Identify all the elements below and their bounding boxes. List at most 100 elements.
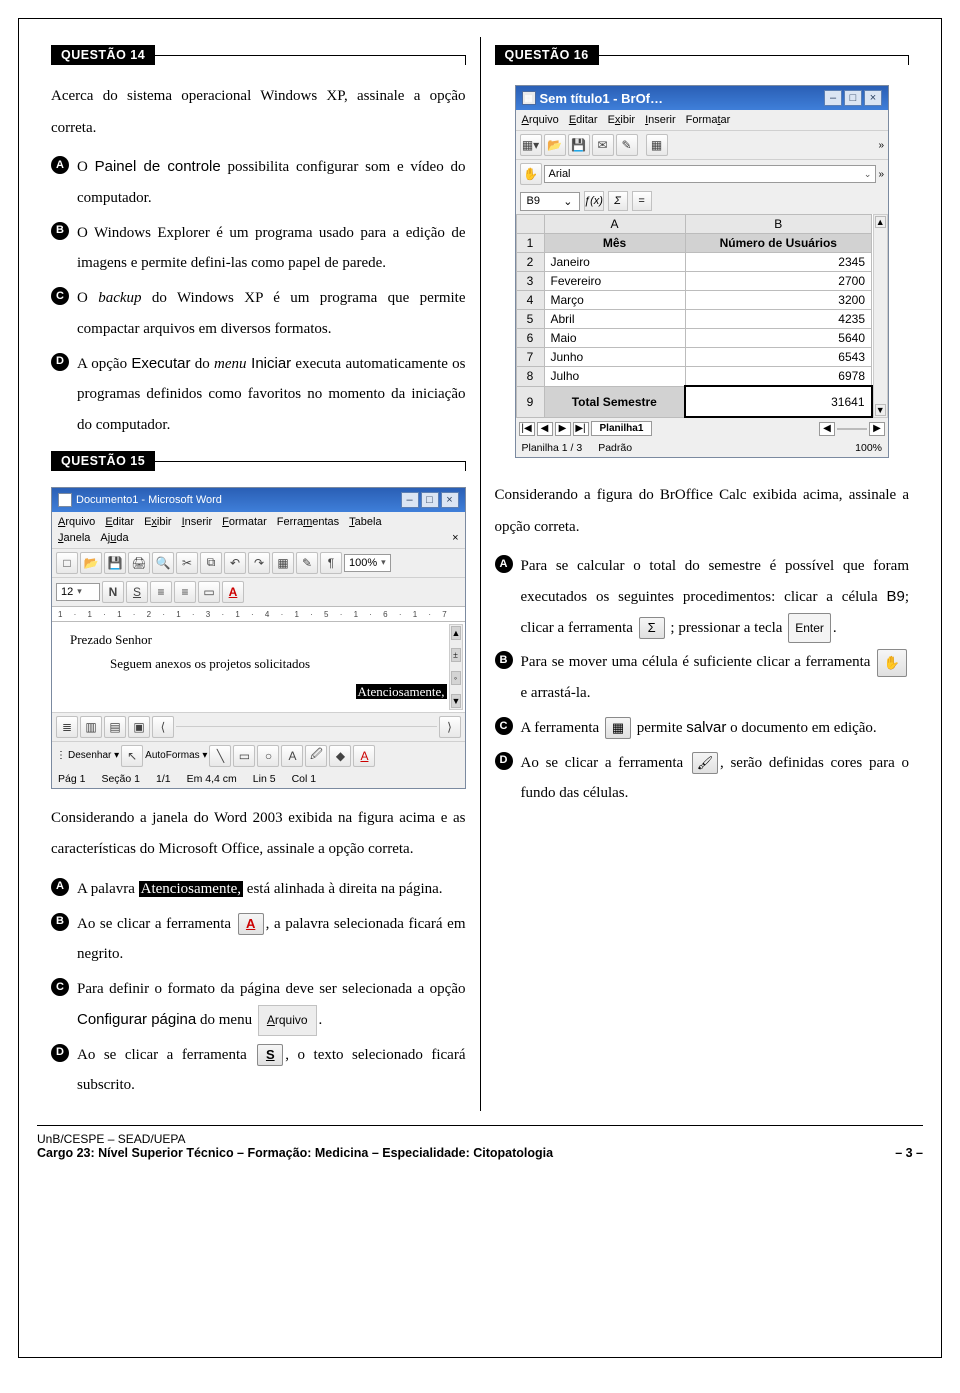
q15-label: QUESTÃO 15 bbox=[51, 451, 155, 471]
minimize-icon[interactable]: – bbox=[401, 492, 419, 508]
menu-editar[interactable]: Editar bbox=[105, 516, 134, 528]
save-icon[interactable]: 💾 bbox=[104, 552, 126, 574]
select-icon[interactable]: ↖ bbox=[121, 745, 143, 767]
sheet-tab-active[interactable]: Planilha1 bbox=[591, 421, 653, 436]
minimize-icon[interactable]: – bbox=[824, 90, 842, 106]
first-sheet-icon[interactable]: |◀ bbox=[519, 422, 535, 436]
menu-ajuda[interactable]: Ajuda bbox=[100, 532, 128, 544]
line-icon[interactable]: ╲ bbox=[209, 745, 231, 767]
edit-icon[interactable]: ✎ bbox=[616, 134, 638, 156]
scroll-down-icon[interactable]: ▼ bbox=[451, 694, 461, 708]
menu-exibir[interactable]: Exibir bbox=[144, 516, 172, 528]
paint-format-icon: 🖌 bbox=[692, 752, 718, 774]
menu-arquivo[interactable]: Arquivo bbox=[522, 114, 559, 126]
next-sheet-icon[interactable]: ▶ bbox=[555, 422, 571, 436]
close-icon[interactable]: × bbox=[864, 90, 882, 106]
mail-icon[interactable]: ✉ bbox=[592, 134, 614, 156]
toolbar-overflow-icon[interactable]: » bbox=[878, 169, 884, 180]
drawbar-grip: ⋮ bbox=[56, 750, 66, 761]
save-icon[interactable]: 💾 bbox=[568, 134, 590, 156]
col-header-a[interactable]: A bbox=[544, 215, 685, 234]
view-btn-6[interactable]: ⟩ bbox=[439, 716, 461, 738]
row-header[interactable]: 1 bbox=[516, 234, 544, 253]
menu-exibir[interactable]: Exibir bbox=[608, 114, 636, 126]
maximize-icon[interactable]: □ bbox=[421, 492, 439, 508]
menu-inserir[interactable]: Inserir bbox=[182, 516, 213, 528]
cell-a1[interactable]: Mês bbox=[544, 234, 685, 253]
word-viewbar: ≣ ▥ ▤ ▣ ⟨ ⟩ bbox=[52, 712, 465, 741]
drawbar-desenhar[interactable]: Desenhar ▾ bbox=[68, 750, 119, 761]
menu-inserir[interactable]: Inserir bbox=[645, 114, 676, 126]
menu-editar[interactable]: Editar bbox=[569, 114, 598, 126]
rect-icon[interactable]: ▭ bbox=[233, 745, 255, 767]
textbox-icon[interactable]: A bbox=[281, 745, 303, 767]
hscroll-right-icon[interactable]: ▶ bbox=[869, 422, 885, 436]
redo-icon[interactable]: ↷ bbox=[248, 552, 270, 574]
menu-arquivo[interactable]: Arquivo bbox=[58, 516, 95, 528]
col-header-b[interactable]: B bbox=[685, 215, 871, 234]
calc-title: Sem título1 - BrOf… bbox=[540, 91, 664, 106]
fill-icon[interactable]: ◆ bbox=[329, 745, 351, 767]
menu-formatar[interactable]: Formatar bbox=[222, 516, 267, 528]
hscroll-left-icon[interactable]: ◀ bbox=[819, 422, 835, 436]
equals-icon[interactable]: = bbox=[632, 191, 652, 211]
scroll-up-icon[interactable]: ▲ bbox=[875, 216, 887, 228]
last-sheet-icon[interactable]: ▶| bbox=[573, 422, 589, 436]
copy-icon[interactable]: ⧉ bbox=[200, 552, 222, 574]
menu-janela[interactable]: Janela bbox=[58, 532, 90, 544]
font-select[interactable]: Arial⌄ bbox=[544, 165, 877, 183]
q14-opt-a: A O Painel de controle possibilita confi… bbox=[51, 152, 466, 214]
doc-scrollbar[interactable]: ▲ ± ◦ ▼ bbox=[449, 624, 463, 710]
view-btn-3[interactable]: ▤ bbox=[104, 716, 126, 738]
close-doc-icon[interactable]: × bbox=[452, 532, 458, 544]
view-btn-2[interactable]: ▥ bbox=[80, 716, 102, 738]
hand-cursor-icon[interactable]: ✋ bbox=[520, 163, 542, 185]
export-icon[interactable]: ▦ bbox=[646, 134, 668, 156]
undo-icon[interactable]: ↶ bbox=[224, 552, 246, 574]
cut-icon[interactable]: ✂ bbox=[176, 552, 198, 574]
toolbar-overflow-icon[interactable]: » bbox=[878, 140, 884, 151]
align-right-icon[interactable]: ≡ bbox=[174, 581, 196, 603]
corner-cell[interactable] bbox=[516, 215, 544, 234]
view-btn-5[interactable]: ⟨ bbox=[152, 716, 174, 738]
open-icon[interactable]: 📂 bbox=[544, 134, 566, 156]
align-left-icon[interactable]: ≡ bbox=[150, 581, 172, 603]
border-icon[interactable]: ▭ bbox=[198, 581, 220, 603]
print-icon[interactable]: 🖨 bbox=[128, 552, 150, 574]
scroll-up-icon[interactable]: ▲ bbox=[451, 626, 461, 640]
close-icon[interactable]: × bbox=[441, 492, 459, 508]
oval-icon[interactable]: ○ bbox=[257, 745, 279, 767]
view-btn-4[interactable]: ▣ bbox=[128, 716, 150, 738]
underline-icon[interactable]: S bbox=[126, 581, 148, 603]
prev-sheet-icon[interactable]: ◀ bbox=[537, 422, 553, 436]
cell-a9[interactable]: Total Semestre bbox=[544, 386, 685, 417]
paint-icon[interactable]: 🖉 bbox=[305, 745, 327, 767]
table-icon[interactable]: ▦ bbox=[272, 552, 294, 574]
menu-tabela[interactable]: Tabela bbox=[349, 516, 381, 528]
open-icon[interactable]: 📂 bbox=[80, 552, 102, 574]
status-sheet: Planilha 1 / 3 bbox=[522, 442, 583, 454]
sum-icon[interactable]: Σ bbox=[608, 191, 628, 211]
cell-b1[interactable]: Número de Usuários bbox=[685, 234, 871, 253]
font-color-icon[interactable]: A bbox=[222, 581, 244, 603]
drawbar-autoformas[interactable]: AutoFormas ▾ bbox=[145, 750, 207, 761]
drawbar-fontcolor-icon[interactable]: A bbox=[353, 745, 375, 767]
scroll-down-icon[interactable]: ▼ bbox=[875, 404, 887, 416]
menu-ferramentas[interactable]: Ferramentas bbox=[277, 516, 339, 528]
bold-icon[interactable]: N bbox=[102, 581, 124, 603]
maximize-icon[interactable]: □ bbox=[844, 90, 862, 106]
page-number: – 3 – bbox=[895, 1146, 923, 1160]
pilcrow-icon[interactable]: ¶ bbox=[320, 552, 342, 574]
new-icon[interactable]: □ bbox=[56, 552, 78, 574]
fontsize-select[interactable]: 12▾ bbox=[56, 583, 100, 601]
menu-formatar[interactable]: Formatar bbox=[686, 114, 731, 126]
cell-reference[interactable]: B9⌄ bbox=[520, 192, 580, 211]
preview-icon[interactable]: 🔍 bbox=[152, 552, 174, 574]
view-btn-1[interactable]: ≣ bbox=[56, 716, 78, 738]
scroll-plus-icon[interactable]: ◦ bbox=[451, 671, 461, 685]
new-dropdown-icon[interactable]: ▦▾ bbox=[520, 134, 542, 156]
cell-b9[interactable]: 31641 bbox=[685, 386, 871, 417]
zoom-select[interactable]: 100%▾ bbox=[344, 554, 391, 572]
fx-icon[interactable]: ƒ(x) bbox=[584, 191, 604, 211]
drawing-icon[interactable]: ✎ bbox=[296, 552, 318, 574]
